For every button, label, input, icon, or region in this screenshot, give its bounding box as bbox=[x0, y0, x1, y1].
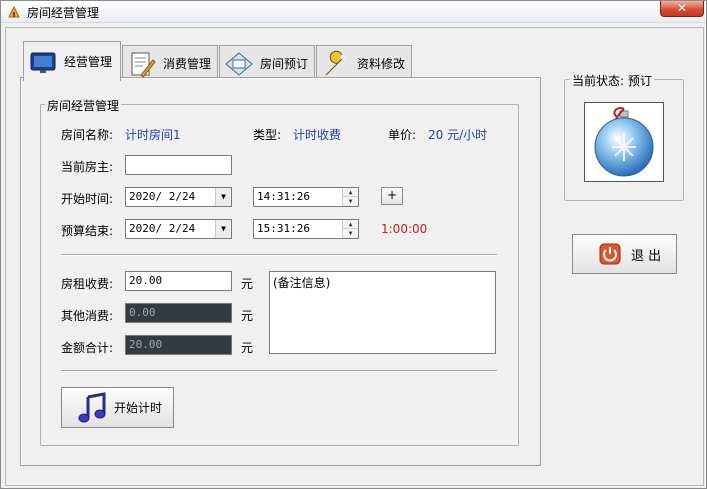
spin-down-icon[interactable]: ▼ bbox=[343, 229, 358, 238]
tab-label: 经营管理 bbox=[64, 55, 113, 69]
monitor-icon bbox=[30, 52, 56, 73]
window-title: 房间经营管理 bbox=[27, 6, 100, 20]
price-label: 单价: bbox=[388, 128, 417, 142]
start-timing-label: 开始计时 bbox=[114, 401, 163, 415]
room-name-label: 房间名称: bbox=[61, 128, 114, 142]
tab-label: 消费管理 bbox=[163, 57, 212, 71]
owner-label: 当前房主: bbox=[61, 160, 114, 174]
spin-buttons[interactable]: ▲ ▼ bbox=[342, 220, 358, 238]
start-date-value: 2020/ 2/24 bbox=[129, 190, 196, 203]
end-date-picker[interactable]: 2020/ 2/24 ▼ bbox=[125, 219, 232, 239]
end-time-spinner[interactable]: 15:31:26 ▲ ▼ bbox=[253, 219, 359, 239]
add-time-button[interactable]: + bbox=[381, 187, 403, 205]
ornament-ball-icon bbox=[594, 107, 654, 177]
divider bbox=[61, 254, 497, 256]
start-time-value: 14:31:26 bbox=[257, 190, 310, 203]
tab-room-booking[interactable]: 房间预订 bbox=[219, 45, 315, 81]
type-label: 类型: bbox=[253, 128, 282, 142]
close-button[interactable]: ✕ bbox=[660, 1, 704, 17]
divider bbox=[61, 370, 497, 372]
tab-label: 资料修改 bbox=[357, 57, 406, 71]
spin-down-icon[interactable]: ▼ bbox=[343, 197, 358, 206]
title-bar: 房间经营管理 ✕ bbox=[1, 1, 706, 23]
start-timing-button[interactable]: 开始计时 bbox=[61, 387, 174, 428]
document-pencil-icon bbox=[131, 52, 156, 78]
music-note-icon bbox=[78, 391, 106, 422]
status-title: 当前状态: 预订 bbox=[570, 72, 654, 89]
chevron-down-icon[interactable]: ▼ bbox=[215, 220, 231, 238]
end-time-label: 预算结束: bbox=[61, 224, 114, 238]
other-consumption-label: 其他消费: bbox=[61, 309, 114, 323]
rent-field[interactable]: 20.00 bbox=[125, 271, 232, 291]
currency-unit: 元 bbox=[241, 277, 254, 291]
spin-up-icon[interactable]: ▲ bbox=[343, 188, 358, 197]
start-time-spinner[interactable]: 14:31:26 ▲ ▼ bbox=[253, 187, 359, 207]
currency-unit: 元 bbox=[241, 309, 254, 323]
tab-data-edit[interactable]: 资料修改 bbox=[316, 45, 412, 81]
owner-field[interactable] bbox=[125, 155, 232, 175]
currency-unit: 元 bbox=[241, 341, 254, 355]
end-time-value: 15:31:26 bbox=[257, 222, 310, 235]
memo-textarea[interactable]: (备注信息) bbox=[269, 271, 496, 354]
duration-text: 1:00:00 bbox=[381, 222, 428, 236]
exit-label: 退 出 bbox=[631, 248, 662, 264]
total-field: 20.00 bbox=[125, 335, 232, 355]
app-window: 房间经营管理 ✕ 经营管理 消费管理 房间预订 资料修改 房间经营管理 房间名称… bbox=[0, 0, 707, 489]
group-title: 房间经营管理 bbox=[45, 97, 122, 114]
tab-consumption-management[interactable]: 消费管理 bbox=[122, 45, 218, 81]
end-date-value: 2020/ 2/24 bbox=[129, 222, 196, 235]
exit-button[interactable]: 退 出 bbox=[572, 234, 677, 274]
wrench-icon bbox=[325, 50, 346, 75]
chevron-down-icon[interactable]: ▼ bbox=[215, 188, 231, 206]
other-consumption-field: 0.00 bbox=[125, 303, 232, 323]
total-label: 金额合计: bbox=[61, 341, 114, 355]
type-value: 计时收费 bbox=[293, 128, 342, 142]
room-name-value: 计时房间1 bbox=[125, 128, 181, 142]
app-icon bbox=[8, 5, 20, 18]
envelope-icon bbox=[225, 51, 253, 76]
price-value: 20 元/小时 bbox=[428, 128, 488, 142]
tab-label: 房间预订 bbox=[260, 57, 309, 71]
start-time-label: 开始时间: bbox=[61, 192, 114, 206]
start-date-picker[interactable]: 2020/ 2/24 ▼ bbox=[125, 187, 232, 207]
status-image bbox=[584, 102, 664, 182]
rent-label: 房租收费: bbox=[61, 277, 114, 291]
tab-business-management[interactable]: 经营管理 bbox=[23, 41, 121, 81]
power-icon bbox=[599, 243, 621, 265]
spin-buttons[interactable]: ▲ ▼ bbox=[342, 188, 358, 206]
spin-up-icon[interactable]: ▲ bbox=[343, 220, 358, 229]
